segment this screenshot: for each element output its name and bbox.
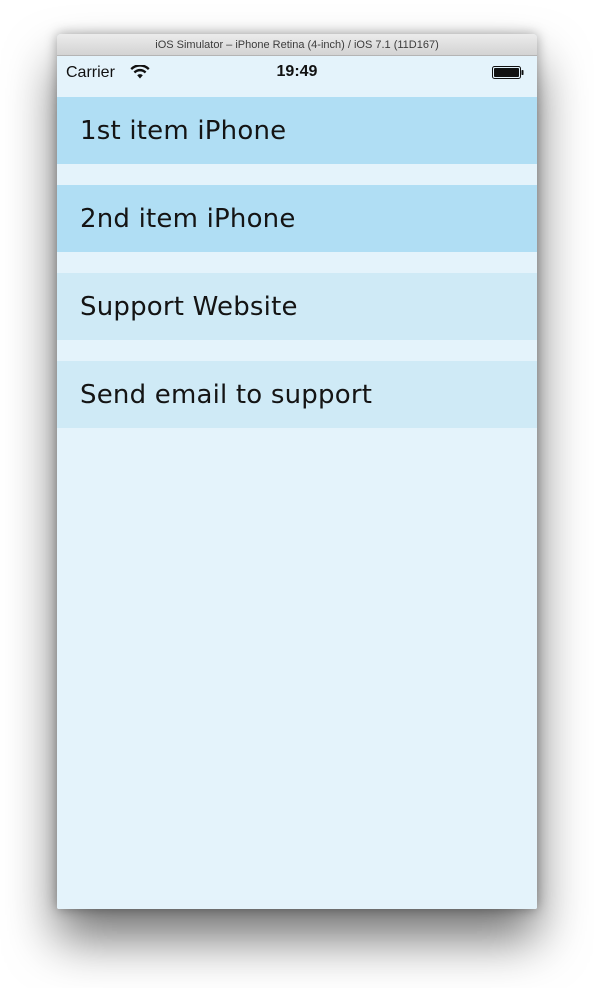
menu-item-first-iphone[interactable]: 1st item iPhone (57, 97, 537, 164)
status-time: 19:49 (276, 63, 318, 80)
menu-list: 1st item iPhone 2nd item iPhone Support … (57, 97, 537, 449)
phone-screen: Carrier 19:49 1st item iPhone 2nd item i… (57, 56, 537, 909)
status-bar: Carrier 19:49 (57, 56, 537, 96)
menu-item-support-website[interactable]: Support Website (57, 273, 537, 340)
menu-item-second-iphone[interactable]: 2nd item iPhone (57, 185, 537, 252)
window-titlebar: iOS Simulator – iPhone Retina (4-inch) /… (57, 34, 537, 56)
battery-icon (492, 66, 524, 79)
simulator-window: iOS Simulator – iPhone Retina (4-inch) /… (57, 34, 537, 909)
menu-item-email-support[interactable]: Send email to support (57, 361, 537, 428)
